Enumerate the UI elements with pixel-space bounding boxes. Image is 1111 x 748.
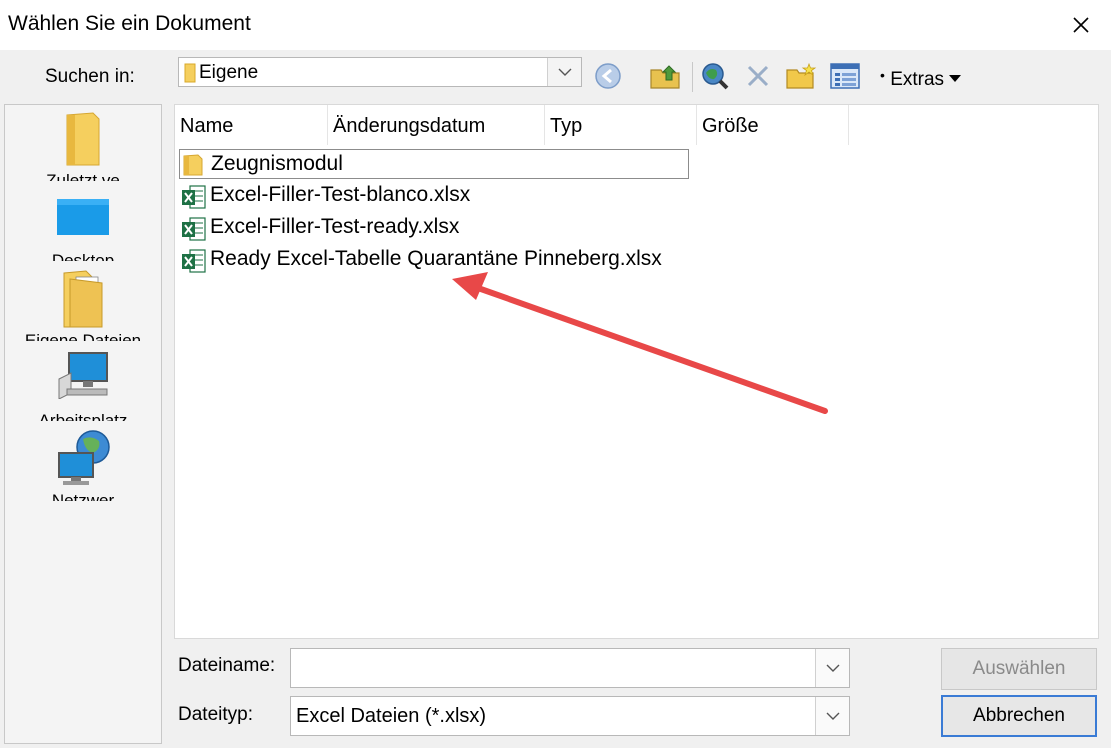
place-documents[interactable]: Eigene Dateien xyxy=(5,265,161,343)
place-desktop[interactable]: Desktop xyxy=(5,185,161,263)
place-recent[interactable]: Zuletzt ve xyxy=(5,105,161,183)
view-menu-button[interactable] xyxy=(828,60,862,92)
column-header-name[interactable]: Name xyxy=(175,105,328,145)
file-name: Excel-Filler-Test-ready.xlsx xyxy=(210,215,460,238)
file-name: Excel-Filler-Test-blanco.xlsx xyxy=(210,183,471,206)
documents-icon xyxy=(63,270,103,328)
chevron-down-icon xyxy=(826,712,839,720)
folder-icon xyxy=(183,154,203,176)
place-label: Arbeitsplatz xyxy=(38,411,128,421)
open-button[interactable]: Auswählen xyxy=(941,648,1097,690)
column-header-date[interactable]: Änderungsdatum xyxy=(328,105,545,145)
list-item-file[interactable]: Excel-Filler-Test-ready.xlsx xyxy=(179,213,689,243)
filename-label: Dateiname: xyxy=(178,655,276,676)
look-in-dropdown-button[interactable] xyxy=(547,58,581,86)
file-list[interactable]: Name Änderungsdatum Typ Größe Zeugnismod… xyxy=(174,104,1099,639)
filetype-label: Dateityp: xyxy=(178,704,253,725)
window-title: Wählen Sie ein Dokument xyxy=(8,12,251,35)
up-folder-button[interactable] xyxy=(646,60,684,92)
filetype-dropdown-button[interactable] xyxy=(815,697,849,735)
excel-file-icon xyxy=(182,249,206,273)
excel-file-icon xyxy=(182,217,206,241)
column-header-type[interactable]: Typ xyxy=(545,105,697,145)
list-item-folder[interactable]: Zeugnismodul xyxy=(179,149,689,179)
view-menu-icon xyxy=(830,63,860,89)
place-label: Netzwer xyxy=(51,491,115,501)
computer-icon xyxy=(58,352,108,399)
places-bar: Zuletzt ve Desktop Eigene Dateien Arbeit… xyxy=(4,104,162,744)
new-folder-button[interactable] xyxy=(784,60,818,92)
up-folder-icon xyxy=(650,65,680,89)
network-icon xyxy=(58,430,110,485)
list-item-file[interactable]: Ready Excel-Tabelle Quarantäne Pinneberg… xyxy=(179,245,689,275)
new-folder-icon xyxy=(786,62,817,89)
folder-icon xyxy=(184,63,196,83)
toolbar-separator xyxy=(692,62,693,92)
filetype-value: Excel Dateien (*.xlsx) xyxy=(296,705,487,727)
place-label: Desktop xyxy=(51,251,115,261)
extras-menu-button[interactable]: • Extras xyxy=(880,67,962,91)
triangle-down-icon xyxy=(949,75,962,82)
filename-combo[interactable] xyxy=(290,648,850,688)
search-web-button[interactable] xyxy=(698,60,732,92)
back-button[interactable] xyxy=(592,60,624,92)
filename-dropdown-button[interactable] xyxy=(815,649,849,687)
list-item-file[interactable]: Excel-Filler-Test-blanco.xlsx xyxy=(179,181,689,211)
place-label: Eigene Dateien xyxy=(24,331,142,341)
search-web-icon xyxy=(702,63,729,90)
folder-icon xyxy=(66,112,100,166)
close-button[interactable] xyxy=(1051,0,1111,50)
chevron-down-icon xyxy=(826,664,839,672)
desktop-icon xyxy=(57,199,109,235)
close-icon xyxy=(1073,17,1089,33)
title-bar: Wählen Sie ein Dokument xyxy=(0,0,1111,50)
file-name: Ready Excel-Tabelle Quarantäne Pinneberg… xyxy=(210,247,662,270)
extras-label: Extras xyxy=(890,69,945,90)
delete-icon xyxy=(747,65,769,87)
look-in-value: Eigene xyxy=(199,62,259,83)
column-header-size[interactable]: Größe xyxy=(697,105,849,145)
file-name: Zeugnismodul xyxy=(211,152,343,175)
extras-dot-icon: • xyxy=(880,67,885,83)
cancel-button[interactable]: Abbrechen xyxy=(941,695,1097,737)
look-in-label: Suchen in: xyxy=(45,66,135,87)
chevron-down-icon xyxy=(558,68,571,76)
look-in-combo[interactable]: Eigene xyxy=(178,57,582,87)
place-computer[interactable]: Arbeitsplatz xyxy=(5,345,161,423)
place-label: Zuletzt ve xyxy=(46,171,120,181)
delete-button[interactable] xyxy=(742,60,774,92)
place-network[interactable]: Netzwer xyxy=(5,425,161,503)
back-icon xyxy=(595,63,621,89)
filetype-combo[interactable]: Excel Dateien (*.xlsx) xyxy=(290,696,850,736)
excel-file-icon xyxy=(182,185,206,209)
